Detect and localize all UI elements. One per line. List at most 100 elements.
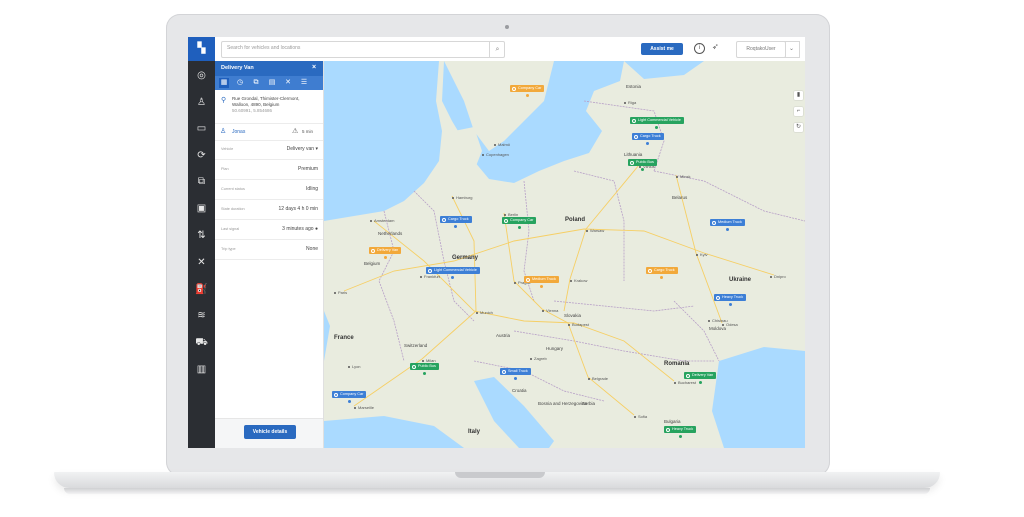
vehicle-marker[interactable]: Light Commercial Vehicle: [426, 267, 480, 279]
city-label: Bucharest: [678, 380, 697, 385]
search-icon[interactable]: ⌕: [489, 42, 505, 57]
laptop-notch: [455, 472, 545, 478]
truck-icon[interactable]: ⛟: [194, 335, 209, 350]
city-label: Minsk: [680, 174, 691, 179]
driver-name[interactable]: Jonas: [232, 129, 245, 135]
vehicle-marker[interactable]: Company Car: [510, 85, 545, 97]
vehicle-marker-label: Heavy Truck: [722, 295, 744, 299]
route-icon[interactable]: ⇅: [194, 228, 209, 243]
user-icon[interactable]: ♙: [194, 95, 209, 110]
city-label: Copenhagen: [486, 152, 509, 157]
detail-row: Plan Premium: [215, 160, 323, 180]
expand-icon[interactable]: ⌐: [794, 107, 803, 116]
layers-icon[interactable]: ≋: [194, 308, 209, 323]
tab-copy-icon[interactable]: ⧉: [251, 78, 261, 88]
vehicle-marker-label: Small Truck: [508, 369, 528, 373]
detail-row: Trip type None: [215, 240, 323, 260]
city-label: Riga: [628, 100, 637, 105]
vehicle-marker[interactable]: Light Commercial Vehicle: [630, 117, 684, 129]
tools-icon[interactable]: ✕: [194, 255, 209, 270]
tab-notes-icon[interactable]: ☰: [299, 78, 309, 88]
vehicle-marker[interactable]: Cargo Truck: [440, 216, 472, 228]
vehicle-location-dot: [698, 381, 702, 384]
copy-icon[interactable]: ⧉: [194, 174, 209, 189]
nav-rail: ▚ ◎ ♙ ▭ ⟳ ⧉ ▣ ⇅ ✕ ⛽ ≋ ⛟ ▥: [188, 37, 215, 448]
vehicle-details-button[interactable]: Vehicle details: [244, 425, 296, 439]
country-label: Croatia: [512, 388, 527, 393]
vehicle-marker[interactable]: Heavy Truck: [714, 294, 747, 306]
app-screen: ▚ ◎ ♙ ▭ ⟳ ⧉ ▣ ⇅ ✕ ⛽ ≋ ⛟ ▥ Search for veh…: [188, 37, 805, 448]
country-label: Slovakia: [564, 313, 582, 318]
city-dot: [370, 220, 372, 222]
address-coords: 50.60991, 5.854686: [232, 108, 273, 113]
vehicle-marker[interactable]: Small Truck: [500, 368, 531, 380]
country-label: Austria: [496, 333, 511, 338]
vehicle-marker[interactable]: Cargo Truck: [632, 133, 664, 145]
vehicle-marker-label: Delivery Van: [377, 248, 399, 252]
vehicle-marker[interactable]: Public Bus: [410, 363, 439, 375]
refresh-icon[interactable]: ↻: [794, 123, 803, 132]
vehicle-icon: [716, 295, 720, 300]
fuel-icon[interactable]: ⛽: [194, 282, 209, 297]
vehicle-icon: [512, 86, 516, 91]
vehicle-marker-label: Public Bus: [418, 364, 436, 368]
country-label: Switzerland: [404, 343, 428, 348]
vehicle-marker[interactable]: Company Car: [332, 391, 367, 403]
driver-row: ♙ Jonas ⚠ 5 min: [215, 123, 323, 141]
vehicle-marker[interactable]: Medium Truck: [710, 219, 745, 231]
vehicle-marker[interactable]: Heavy Truck: [664, 426, 697, 438]
search-input[interactable]: Search for vehicles and locations ⌕: [221, 41, 505, 58]
country-label: France: [334, 335, 354, 341]
tab-document-icon[interactable]: ▤: [267, 78, 277, 88]
chevron-down-icon[interactable]: ⌄: [784, 41, 800, 58]
city-dot: [452, 197, 454, 199]
info-icon[interactable]: i: [694, 43, 705, 54]
detail-label: Last signal: [221, 227, 240, 231]
detail-label: Plan: [221, 167, 229, 171]
vehicle-select[interactable]: Delivery van ▾: [287, 146, 318, 152]
chat-icon[interactable]: ▭: [194, 121, 209, 136]
box-icon[interactable]: ▣: [194, 201, 209, 216]
detail-value: 12 days 4 h 0 min: [278, 206, 318, 212]
rocket-icon[interactable]: ➶: [712, 42, 719, 51]
country-label: Hungary: [546, 346, 564, 351]
user-menu-button[interactable]: RoqtakoUser: [736, 41, 786, 58]
vehicle-marker-label: Delivery Van: [692, 373, 714, 377]
country-label: Romania: [664, 361, 690, 367]
dashboard-icon[interactable]: ◎: [194, 68, 209, 83]
vehicle-marker[interactable]: Cargo Truck: [646, 267, 678, 279]
vehicle-marker[interactable]: Delivery Van: [369, 247, 402, 259]
city-dot: [476, 312, 478, 314]
assist-me-button[interactable]: Assist me: [641, 43, 683, 55]
city-dot: [588, 378, 590, 380]
map-view[interactable]: ▮ ⌐ ↻ Germany Poland Ukraine France Romania I…: [324, 61, 805, 448]
vehicle-marker[interactable]: Delivery Van: [684, 372, 717, 384]
tab-overview-icon[interactable]: ▦: [219, 78, 229, 88]
vehicle-marker[interactable]: Company Car: [502, 217, 537, 229]
city-label: Chisinau: [712, 318, 728, 323]
vehicle-marker[interactable]: Medium Truck: [524, 276, 559, 288]
country-label: Moldova: [709, 326, 727, 331]
tab-tools-icon[interactable]: ✕: [283, 78, 293, 88]
country-label: Belgium: [364, 261, 381, 266]
detail-row: State duration 12 days 4 h 0 min: [215, 200, 323, 220]
vehicle-marker[interactable]: Public Bus: [628, 159, 657, 171]
city-dot: [482, 154, 484, 156]
city-label: Krakow: [574, 278, 588, 283]
vehicle-address: Rue Grondal, Thimister-Clermont, Walloon…: [232, 96, 320, 114]
chart-icon[interactable]: ▥: [194, 362, 209, 377]
city-label: Sofia: [638, 414, 648, 419]
city-label: Warsaw: [590, 228, 605, 233]
trash-icon[interactable]: ▮: [794, 91, 803, 100]
tab-history-icon[interactable]: ◷: [235, 78, 245, 88]
close-icon[interactable]: ×: [312, 64, 316, 71]
driver-icon: ♙: [220, 128, 227, 135]
location-pin-icon: ⚲: [221, 97, 227, 104]
country-label: Poland: [565, 217, 586, 223]
detail-label: Vehicle: [221, 147, 234, 151]
sync-icon[interactable]: ⟳: [194, 148, 209, 163]
app-logo[interactable]: ▚: [188, 37, 215, 61]
city-label: Dnipro: [774, 274, 786, 279]
vehicle-icon: [634, 134, 638, 139]
detail-label: State duration: [221, 207, 245, 211]
